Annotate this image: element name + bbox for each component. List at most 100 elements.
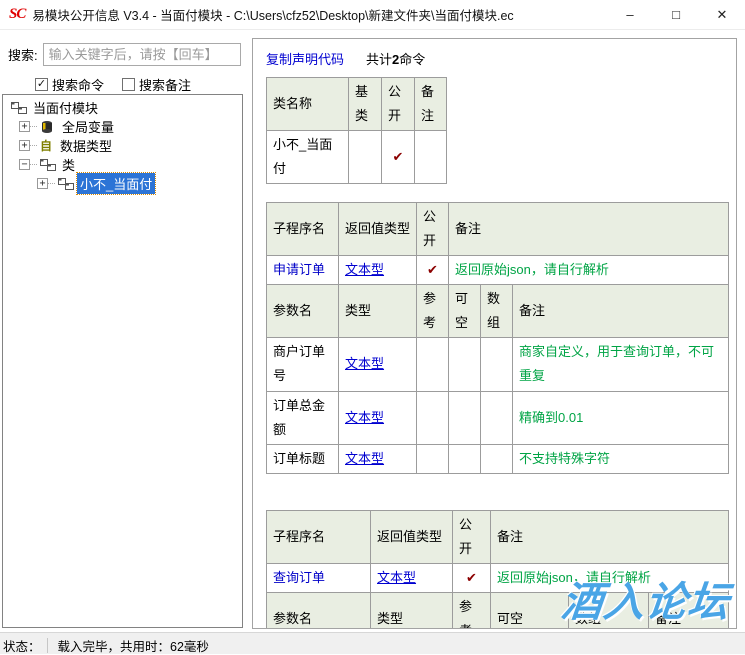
col-remark: 备注 bbox=[513, 285, 729, 338]
search-commands-checkbox[interactable]: ✓ bbox=[35, 78, 48, 91]
tree-item-label-selected[interactable]: 小不_当面付 bbox=[77, 173, 155, 194]
return-type-link[interactable]: 文本型 bbox=[377, 570, 416, 585]
nullable-cell bbox=[449, 391, 481, 444]
array-cell bbox=[481, 444, 513, 473]
col-sub-name: 子程序名 bbox=[267, 510, 371, 563]
col-remark: 备注 bbox=[491, 510, 729, 563]
tree-line bbox=[30, 145, 37, 146]
public-check-icon: ✔ bbox=[382, 131, 415, 184]
status-separator bbox=[47, 638, 48, 653]
search-commands-label[interactable]: 搜索命令 bbox=[52, 75, 104, 94]
param-type-link[interactable]: 文本型 bbox=[345, 356, 384, 371]
public-check-icon: ✔ bbox=[417, 256, 449, 285]
tree-item-classes[interactable]: − 类 bbox=[3, 155, 242, 174]
col-nullable: 可空 bbox=[449, 285, 481, 338]
tree-item-label[interactable]: 类 bbox=[59, 154, 78, 175]
param-row: 商户订单号 文本型 商家自定义，用于查询订单，不可重复 bbox=[267, 338, 729, 391]
detail-pane: 复制声明代码 共计2命令 类名称 基类 公开 备注 小不_当面付 ✔ bbox=[252, 38, 737, 629]
search-label: 搜索: bbox=[8, 45, 38, 64]
expand-plus-icon[interactable]: + bbox=[19, 140, 30, 151]
param-remark-cell: 商家自定义，用于查询订单，不可重复 bbox=[513, 338, 729, 391]
command-count: 共计2命令 bbox=[366, 49, 425, 68]
count-suffix: 命令 bbox=[399, 52, 425, 67]
command-name-link[interactable]: 查询订单 bbox=[267, 563, 371, 592]
param-type-link[interactable]: 文本型 bbox=[345, 410, 384, 425]
param-row: 订单总金额 文本型 精确到0.01 bbox=[267, 391, 729, 444]
col-base-class: 基类 bbox=[349, 78, 382, 131]
module-icon bbox=[40, 158, 56, 172]
tree-item-label[interactable]: 全局变量 bbox=[59, 116, 117, 137]
col-byref: 参考 bbox=[417, 285, 449, 338]
array-cell bbox=[481, 391, 513, 444]
status-label: 状态： bbox=[0, 636, 41, 655]
module-tree: 当面付模块 + 全局变量 + 自 数据类型 − bbox=[2, 94, 243, 628]
col-public: 公开 bbox=[382, 78, 415, 131]
public-check-icon: ✔ bbox=[453, 563, 491, 592]
search-remarks-checkbox[interactable] bbox=[122, 78, 135, 91]
col-public: 公开 bbox=[453, 510, 491, 563]
param-name-cell: 订单总金额 bbox=[267, 391, 339, 444]
table-header-row: 子程序名 返回值类型 公开 备注 bbox=[267, 510, 729, 563]
tree-item-data-types[interactable]: + 自 数据类型 bbox=[3, 136, 242, 155]
titlebar: SC 易模块公开信息 V3.4 - 当面付模块 - C:\Users\cfz52… bbox=[0, 0, 745, 30]
module-icon bbox=[11, 101, 27, 115]
col-param-type: 类型 bbox=[339, 285, 417, 338]
search-input[interactable] bbox=[43, 43, 241, 66]
forum-watermark: 酒入论坛 bbox=[559, 568, 733, 628]
col-sub-name: 子程序名 bbox=[267, 203, 339, 256]
param-remark-cell: 不支持特殊字符 bbox=[513, 444, 729, 473]
col-remark: 备注 bbox=[415, 78, 447, 131]
param-name-cell: 订单标题 bbox=[267, 444, 339, 473]
expand-plus-icon[interactable]: + bbox=[37, 178, 48, 189]
command-remark: 返回原始json，请自行解析 bbox=[449, 256, 729, 285]
minimize-button[interactable]: – bbox=[607, 0, 653, 30]
col-nullable: 可空 bbox=[491, 592, 569, 629]
search-options: ✓ 搜索命令 搜索备注 bbox=[35, 75, 209, 94]
table-header-row: 类名称 基类 公开 备注 bbox=[267, 78, 447, 131]
param-name-cell: 商户订单号 bbox=[267, 338, 339, 391]
command-name-link[interactable]: 申请订单 bbox=[267, 256, 339, 285]
byref-cell bbox=[417, 338, 449, 391]
col-byref: 参考 bbox=[453, 592, 491, 629]
col-return-type: 返回值类型 bbox=[339, 203, 417, 256]
left-pane: 搜索: ✓ 搜索命令 搜索备注 当面付模块 + bbox=[0, 30, 248, 632]
col-param-name: 参数名 bbox=[267, 592, 371, 629]
data-type-icon: 自 bbox=[40, 137, 54, 154]
status-bar: 状态： 载入完毕，共用时：62毫秒 bbox=[0, 632, 745, 654]
search-row: 搜索: bbox=[8, 43, 241, 66]
command1-table: 子程序名 返回值类型 公开 备注 申请订单 文本型 ✔ 返回原始json，请自行… bbox=[266, 202, 729, 285]
col-param-name: 参数名 bbox=[267, 285, 339, 338]
close-button[interactable]: ✕ bbox=[699, 0, 745, 30]
global-vars-icon bbox=[40, 120, 56, 134]
command-row: 申请订单 文本型 ✔ 返回原始json，请自行解析 bbox=[267, 256, 729, 285]
return-type-link[interactable]: 文本型 bbox=[345, 262, 384, 277]
app-logo-icon: SC bbox=[9, 6, 25, 23]
tree-item-label[interactable]: 当面付模块 bbox=[30, 97, 101, 118]
col-remark: 备注 bbox=[449, 203, 729, 256]
copy-declaration-link[interactable]: 复制声明代码 bbox=[266, 49, 344, 68]
main-area: 搜索: ✓ 搜索命令 搜索备注 当面付模块 + bbox=[0, 30, 745, 632]
byref-cell bbox=[417, 444, 449, 473]
tree-item-label[interactable]: 数据类型 bbox=[57, 135, 115, 156]
class-table: 类名称 基类 公开 备注 小不_当面付 ✔ bbox=[266, 77, 447, 184]
byref-cell bbox=[417, 391, 449, 444]
search-remarks-label[interactable]: 搜索备注 bbox=[139, 75, 191, 94]
window-controls: – □ ✕ bbox=[607, 0, 745, 30]
tree-line bbox=[30, 126, 37, 127]
tree-item-global-vars[interactable]: + 全局变量 bbox=[3, 117, 242, 136]
tree-item-root[interactable]: 当面付模块 bbox=[3, 98, 242, 117]
param-row: 订单标题 文本型 不支持特殊字符 bbox=[267, 444, 729, 473]
maximize-button[interactable]: □ bbox=[653, 0, 699, 30]
class-name-cell: 小不_当面付 bbox=[267, 131, 349, 184]
param-remark-cell: 精确到0.01 bbox=[513, 391, 729, 444]
param-header-row: 参数名 类型 参考 可空 数组 备注 bbox=[267, 285, 729, 338]
base-class-cell bbox=[349, 131, 382, 184]
col-class-name: 类名称 bbox=[267, 78, 349, 131]
param-type-link[interactable]: 文本型 bbox=[345, 451, 384, 466]
tree-line bbox=[48, 183, 55, 184]
col-array: 数组 bbox=[481, 285, 513, 338]
tree-item-selected-class[interactable]: + 小不_当面付 bbox=[3, 174, 242, 193]
collapse-minus-icon[interactable]: − bbox=[19, 159, 30, 170]
expand-plus-icon[interactable]: + bbox=[19, 121, 30, 132]
col-param-type: 类型 bbox=[371, 592, 453, 629]
